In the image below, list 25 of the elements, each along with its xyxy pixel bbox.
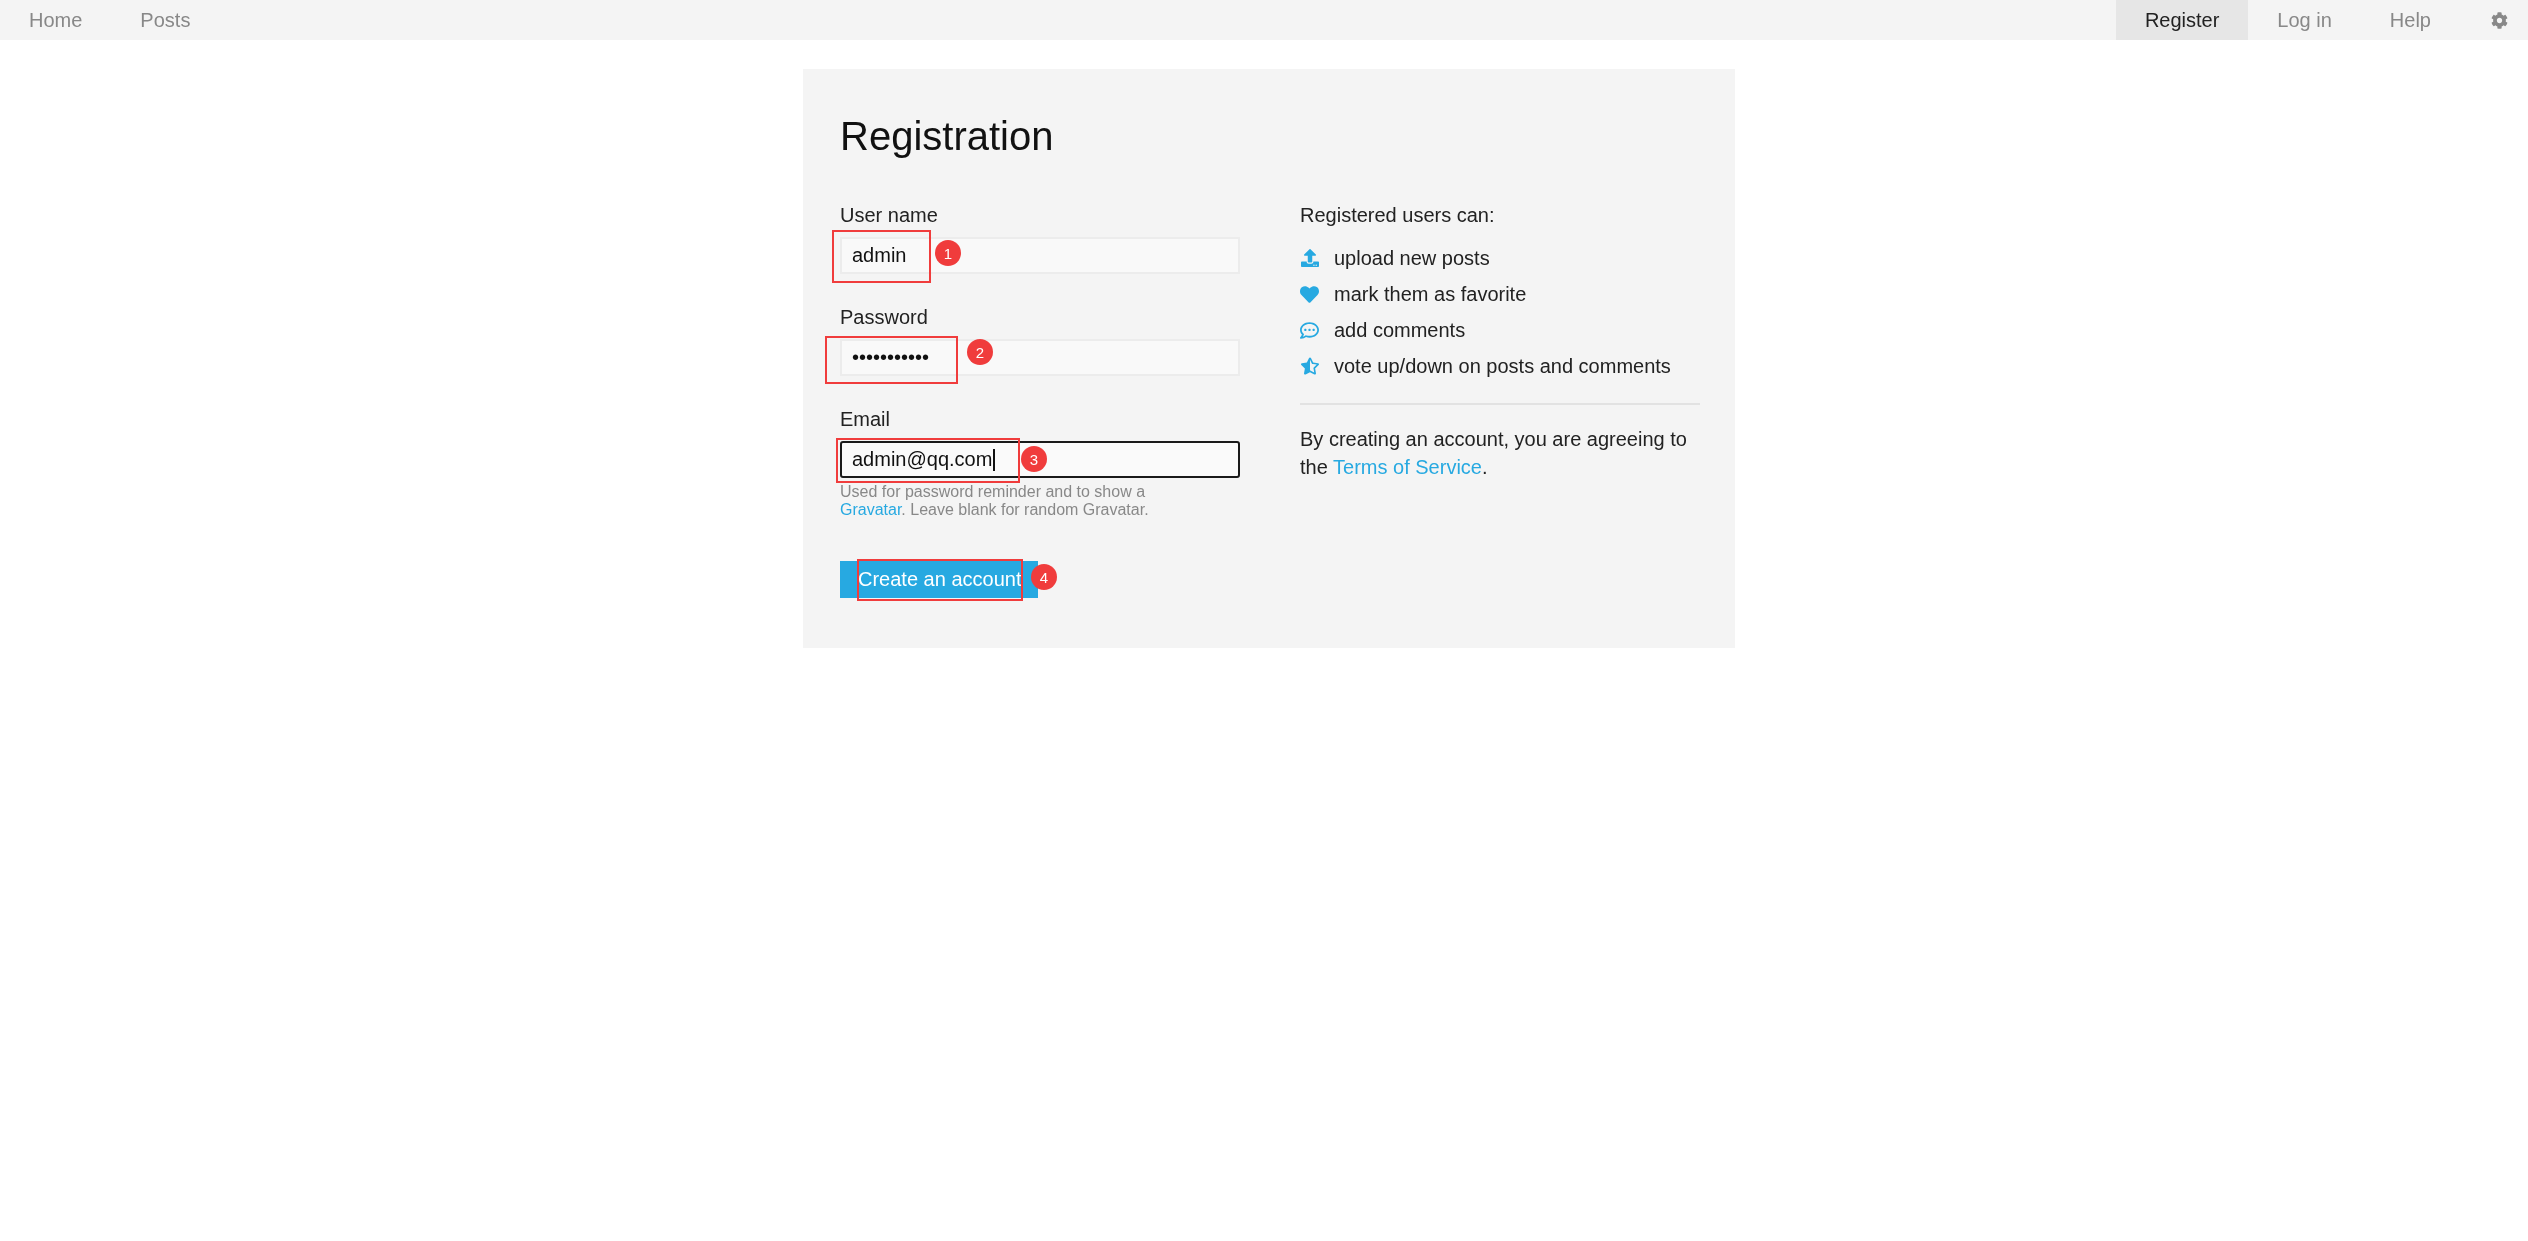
nav-tab[interactable]: Log in (2248, 0, 2361, 40)
nav-link[interactable]: Posts (111, 0, 220, 40)
nav-tab[interactable]: Help (2360, 0, 2460, 40)
upload-icon (1300, 249, 1319, 267)
settings-icon[interactable] (2491, 11, 2508, 29)
nav-link[interactable]: Home (0, 0, 112, 40)
heart-icon (1300, 284, 1319, 304)
hint-link[interactable]: Gravatar (840, 501, 902, 518)
field-label: Email (840, 407, 891, 431)
benefit-text: mark them as favorite (1334, 282, 1527, 306)
terms-link[interactable]: Terms of Service (1333, 456, 1482, 478)
half-star-icon (1300, 357, 1319, 375)
benefit-text: add comments (1334, 318, 1466, 342)
create-account-button[interactable]: Create an account (840, 561, 1039, 598)
field-hint: Used for password reminder and to show a Gravatar. Leave blank for random Gravatar. (840, 483, 1150, 519)
benefit-text: vote up/down on posts and comments (1334, 354, 1671, 378)
field-label: User name (840, 203, 939, 227)
nav-tab[interactable]: Register (2115, 0, 2249, 40)
speech-bubble-icon (1300, 320, 1319, 340)
agreement-text: By creating an account, you are agreeing to the Terms of Service. (1300, 427, 1688, 480)
number-marker: 4 (1031, 564, 1057, 590)
field-label: Password (840, 305, 929, 329)
benefits-heading: Registered users can: (1300, 203, 1496, 227)
page-title: Registration (840, 113, 1055, 160)
benefit-text: upload new posts (1334, 246, 1490, 270)
